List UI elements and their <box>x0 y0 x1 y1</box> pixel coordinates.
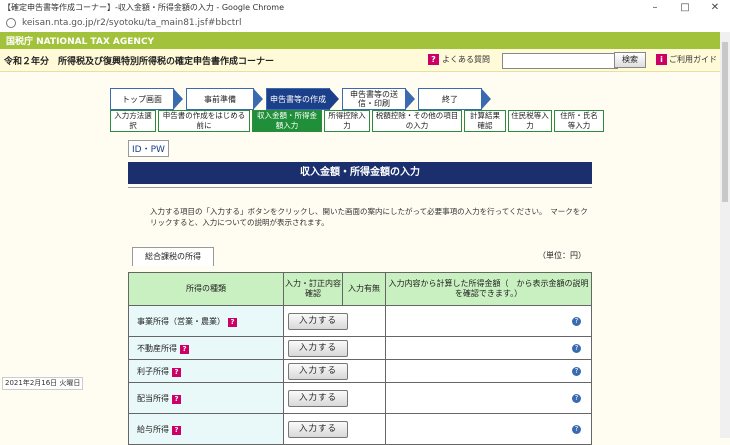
row-kind-cell: 配当所得? <box>128 382 284 414</box>
amount-help-icon[interactable]: ? <box>572 367 581 376</box>
browser-title-bar: 【確定申告書等作成コーナー】-収入金額・所得金額の入力 - Google Chr… <box>0 0 730 15</box>
help-mark-icon[interactable]: ? <box>172 367 181 377</box>
guide-link[interactable]: i ご利用ガイド <box>656 54 717 65</box>
amount-help-icon[interactable]: ? <box>572 317 581 326</box>
lock-icon <box>6 18 16 28</box>
row-button-cell: 入力する <box>283 413 386 445</box>
row-button-cell: 入力する <box>283 305 386 337</box>
page-title: 収入金額・所得金額の入力 <box>128 162 592 184</box>
row-kind-label: 給与所得 <box>137 424 169 434</box>
title-divider <box>128 187 592 188</box>
url-text[interactable]: keisan.nta.go.jp/r2/syotoku/ta_main81.js… <box>22 18 242 28</box>
substep-resident-tax: 住民税等入力 <box>508 110 552 132</box>
row-amount-cell: ? <box>385 305 592 337</box>
amount-help-icon[interactable]: ? <box>572 425 581 434</box>
address-bar[interactable]: keisan.nta.go.jp/r2/syotoku/ta_main81.js… <box>0 14 730 33</box>
id-pw-badge: ID・PW <box>128 140 169 157</box>
page-header: 令和２年分 所得税及び復興特別所得税の確定申告書作成コーナー ? よくある質問 … <box>0 49 730 72</box>
col-kind: 所得の種類 <box>128 272 284 306</box>
table-row: 利子所得? 入力する ? <box>128 359 592 383</box>
step-prep[interactable]: 事前準備 <box>186 88 263 110</box>
search-button[interactable]: 検索 <box>614 52 646 68</box>
unit-label: （単位：円） <box>538 251 586 260</box>
progress-steps: トップ画面 事前準備 申告書等の作成 申告書等の送信・印刷 終了 <box>110 88 494 110</box>
close-icon[interactable]: ✕ <box>700 2 730 13</box>
input-button-dividend[interactable]: 入力する <box>288 389 348 407</box>
date-stamp: 2021年2月16日 火曜日 <box>2 377 84 390</box>
row-kind-label: 配当所得 <box>137 393 169 403</box>
table-row: 事業所得（営業・農業）? 入力する ? <box>128 305 592 337</box>
col-edit: 入力・訂正内容確認 <box>283 272 343 306</box>
scrollbar[interactable] <box>720 32 730 438</box>
input-button-realestate[interactable]: 入力する <box>288 339 348 357</box>
help-mark-icon[interactable]: ? <box>172 425 181 435</box>
amount-help-icon[interactable]: ? <box>572 344 581 353</box>
row-kind-cell: 不動産所得? <box>128 336 284 360</box>
substep-income: 収入金額・所得金額入力 <box>252 110 322 132</box>
question-icon: ? <box>428 54 439 65</box>
table-header-row: 所得の種類 入力・訂正内容確認 入力有無 入力内容から計算した所得金額（ から表… <box>128 272 592 306</box>
page-header-title: 令和２年分 所得税及び復興特別所得税の確定申告書作成コーナー <box>4 56 275 67</box>
row-kind-cell: 利子所得? <box>128 359 284 383</box>
amount-help-icon[interactable]: ? <box>572 394 581 403</box>
row-button-cell: 入力する <box>283 359 386 383</box>
substep-address: 住所・氏名等入力 <box>554 110 604 132</box>
help-mark-icon[interactable]: ? <box>172 394 181 404</box>
table-row: 給与所得? 入力する ? <box>128 413 592 445</box>
row-kind-label: 不動産所得 <box>137 343 177 353</box>
guide-label[interactable]: ご利用ガイド <box>669 54 717 65</box>
step-end: 終了 <box>418 88 491 110</box>
maximize-icon[interactable]: □ <box>670 2 700 13</box>
table-row: 配当所得? 入力する ? <box>128 382 592 414</box>
tab-row: 総合課税の所得 （単位：円） <box>128 247 592 267</box>
row-button-cell: 入力する <box>283 382 386 414</box>
substep-tax-credit: 税額控除・その他の項目の入力 <box>372 110 462 132</box>
step-send: 申告書等の送信・印刷 <box>342 88 415 110</box>
minimize-icon[interactable]: – <box>640 2 670 13</box>
row-kind-cell: 給与所得? <box>128 413 284 445</box>
step-top[interactable]: トップ画面 <box>110 88 183 110</box>
substep-result: 計算結果確認 <box>464 110 506 132</box>
faq-label[interactable]: よくある質問 <box>442 54 490 65</box>
table-row: 不動産所得? 入力する ? <box>128 336 592 360</box>
scrollbar-thumb[interactable] <box>722 42 728 202</box>
agency-logo[interactable]: 国税庁 NATIONAL TAX AGENCY <box>6 34 154 47</box>
instructions: 入力する項目の「入力する」ボタンをクリックし、開いた画面の案内にしたがって必要事… <box>150 207 588 227</box>
faq-link[interactable]: ? よくある質問 <box>428 54 490 65</box>
row-kind-cell: 事業所得（営業・農業）? <box>128 305 284 337</box>
substep-before-start[interactable]: 申告書の作成をはじめる前に <box>158 110 250 132</box>
substep-deduction: 所得控除入力 <box>324 110 370 132</box>
agency-banner: 国税庁 NATIONAL TAX AGENCY <box>0 32 730 49</box>
input-button-interest[interactable]: 入力する <box>288 362 348 380</box>
row-amount-cell: ? <box>385 382 592 414</box>
income-table: 所得の種類 入力・訂正内容確認 入力有無 入力内容から計算した所得金額（ から表… <box>128 272 592 445</box>
input-button-salary[interactable]: 入力する <box>288 420 348 438</box>
input-button-business[interactable]: 入力する <box>288 312 348 330</box>
row-button-cell: 入力する <box>283 336 386 360</box>
search-input[interactable] <box>502 53 618 69</box>
col-amount: 入力内容から計算した所得金額（ から表示金額の説明を確認できます。） <box>385 272 592 306</box>
tab-general-income[interactable]: 総合課税の所得 <box>132 247 214 266</box>
guide-icon: i <box>656 54 667 65</box>
row-kind-label: 事業所得（営業・農業） <box>137 316 225 326</box>
help-mark-icon[interactable]: ? <box>180 344 189 354</box>
row-amount-cell: ? <box>385 336 592 360</box>
step-create: 申告書等の作成 <box>266 88 339 110</box>
sub-steps: 入力方法選択 申告書の作成をはじめる前に 収入金額・所得金額入力 所得控除入力 … <box>110 110 606 132</box>
window-controls: – □ ✕ <box>640 2 730 13</box>
col-exists: 入力有無 <box>342 272 386 306</box>
row-amount-cell: ? <box>385 413 592 445</box>
browser-title: 【確定申告書等作成コーナー】-収入金額・所得金額の入力 - Google Chr… <box>3 2 284 12</box>
help-mark-icon[interactable]: ? <box>228 317 237 327</box>
substep-input-method[interactable]: 入力方法選択 <box>110 110 156 132</box>
row-amount-cell: ? <box>385 359 592 383</box>
row-kind-label: 利子所得 <box>137 366 169 376</box>
